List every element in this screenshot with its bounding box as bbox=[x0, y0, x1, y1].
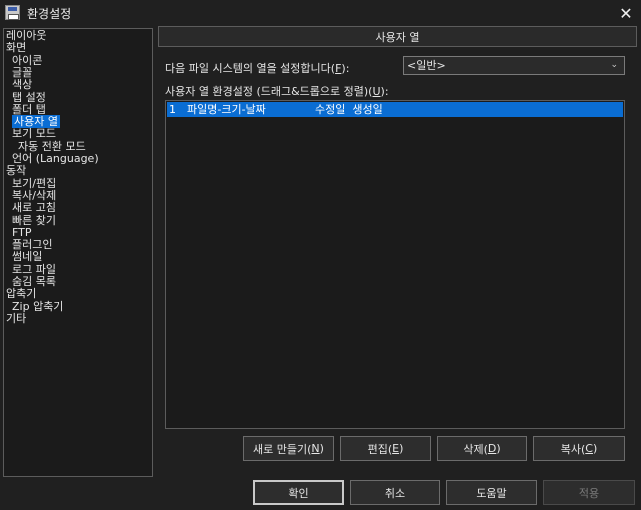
help-button[interactable]: 도움말 bbox=[446, 480, 537, 505]
tree-item[interactable]: 사용자 열 bbox=[12, 115, 60, 129]
tree-item-label: 압축기 bbox=[6, 287, 37, 301]
cancel-button[interactable]: 취소 bbox=[350, 480, 440, 505]
tree-item[interactable]: 기타 bbox=[6, 311, 27, 325]
tree-item-label: 탭 설정 bbox=[12, 90, 46, 104]
title-bar: 환경설정 ✕ bbox=[0, 0, 641, 26]
chevron-down-icon: ⌄ bbox=[610, 60, 618, 70]
tree-item-label: 폴더 탭 bbox=[12, 102, 46, 116]
list-item[interactable]: 1 파일명-크기-날짜 수정일 생성일 bbox=[167, 102, 623, 117]
tree-item-label: 복사/삭제 bbox=[12, 188, 57, 202]
tree-item[interactable]: 보기/편집 bbox=[12, 176, 57, 190]
tree-item[interactable]: 탭 설정 bbox=[12, 90, 46, 104]
section-title: 사용자 열 bbox=[158, 26, 637, 47]
delete-button[interactable]: 삭제(D) bbox=[437, 436, 527, 461]
tree-item[interactable]: 언어 (Language) bbox=[12, 153, 99, 165]
tree-item-label: 글꼴 bbox=[12, 65, 33, 79]
tree-item[interactable]: 글꼴 bbox=[12, 65, 33, 79]
tree-item-label: 빠른 찾기 bbox=[12, 213, 56, 227]
new-button[interactable]: 새로 만들기(N) bbox=[243, 436, 334, 461]
tree-item[interactable]: 새로 고침 bbox=[12, 202, 56, 214]
tree-item-label: 언어 (Language) bbox=[12, 152, 99, 165]
tree-item[interactable]: 로그 파일 bbox=[12, 262, 56, 276]
tree-item-label: 레이아웃 bbox=[6, 29, 47, 42]
tree-item-label: 색상 bbox=[12, 78, 33, 92]
tree-item[interactable]: 썸네일 bbox=[12, 251, 42, 263]
floppy-disk-icon bbox=[5, 5, 20, 20]
tree-item-label: 화면 bbox=[6, 41, 27, 55]
tree-item-label: 아이콘 bbox=[12, 53, 43, 67]
ok-button[interactable]: 확인 bbox=[253, 480, 344, 505]
window-title: 환경설정 bbox=[27, 7, 72, 21]
tree-item-label: 새로 고침 bbox=[12, 201, 56, 215]
tree-item-label: 보기 모드 bbox=[12, 127, 56, 141]
tree-item-label: 자동 전환 모드 bbox=[18, 139, 86, 153]
filesystem-label: 다음 파일 시스템의 열을 설정합니다(F): bbox=[165, 62, 350, 75]
tree-item[interactable]: 레이아웃 bbox=[6, 30, 46, 42]
tree-item[interactable]: 화면 bbox=[6, 42, 26, 54]
tree-item[interactable]: 폴더 탭 bbox=[12, 102, 46, 116]
tree-item[interactable]: FTP bbox=[12, 225, 32, 239]
copy-button[interactable]: 복사(C) bbox=[533, 436, 625, 461]
columns-label: 사용자 열 환경설정 (드래그&드롭으로 정렬)(U): bbox=[165, 85, 389, 98]
tree-item-label: 숨김 목록 bbox=[12, 275, 56, 288]
tree-item[interactable]: 복사/삭제 bbox=[12, 188, 57, 202]
edit-button[interactable]: 편집(E) bbox=[340, 436, 431, 461]
tree-item-label: 로그 파일 bbox=[12, 262, 56, 276]
list-item-index: 1 bbox=[169, 103, 176, 116]
tree-item-label: 사용자 열 bbox=[12, 115, 60, 129]
tree-item-label: 썸네일 bbox=[12, 250, 43, 264]
tree-item[interactable]: 빠른 찾기 bbox=[12, 213, 56, 227]
columns-listbox[interactable]: 1 파일명-크기-날짜 수정일 생성일 bbox=[165, 100, 625, 429]
tree-item-label: Zip 압축기 bbox=[12, 299, 64, 313]
close-button[interactable]: ✕ bbox=[615, 2, 637, 24]
apply-button[interactable]: 적용 bbox=[543, 480, 635, 505]
tree-item-label: 기타 bbox=[6, 311, 27, 325]
filesystem-dropdown-value: <일반> bbox=[407, 59, 446, 72]
tree-item[interactable]: 색상 bbox=[12, 79, 32, 91]
tree-item-label: 동작 bbox=[6, 164, 27, 178]
tree-item[interactable]: 아이콘 bbox=[12, 53, 43, 67]
filesystem-dropdown[interactable]: <일반> ⌄ bbox=[403, 56, 625, 75]
tree-item[interactable]: Zip 압축기 bbox=[12, 299, 64, 313]
tree-item[interactable]: 보기 모드 bbox=[12, 128, 56, 140]
tree-item[interactable]: 동작 bbox=[6, 165, 26, 177]
list-item-columns: 파일명-크기-날짜 bbox=[187, 103, 266, 116]
settings-tree[interactable]: 레이아웃 화면 아이콘 글꼴 색상 탭 설정 폴더 탭 사용자 열 보기 모드 자동 전환 모드 언… bbox=[3, 28, 153, 477]
tree-item-label: FTP bbox=[12, 225, 32, 239]
tree-item-label: 보기/편집 bbox=[12, 176, 57, 190]
list-item-extra: 수정일 생성일 bbox=[315, 103, 383, 116]
tree-item[interactable]: 숨김 목록 bbox=[12, 276, 56, 288]
tree-item[interactable]: 압축기 bbox=[6, 288, 36, 300]
tree-item[interactable]: 자동 전환 모드 bbox=[18, 139, 86, 153]
